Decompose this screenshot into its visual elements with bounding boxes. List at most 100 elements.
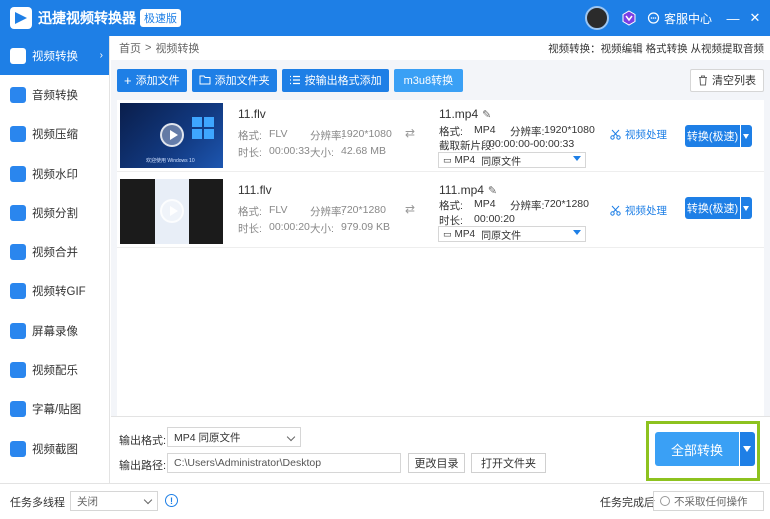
output-format-select[interactable]: MP4 同原文件: [167, 427, 301, 447]
after-complete-select[interactable]: 不采取任何操作: [653, 491, 764, 511]
file-row: 欢迎使用 Windows 10 11.flv 格式: FLV 分辨率: 1920…: [117, 100, 764, 172]
preset-format: MP4: [454, 228, 476, 240]
vip-icon[interactable]: [621, 10, 637, 26]
close-button[interactable]: ✕: [744, 7, 766, 29]
play-icon[interactable]: [160, 199, 184, 223]
convert-fast-button[interactable]: 转换(极速): [685, 197, 740, 219]
gif-icon: [10, 283, 26, 300]
output-resolution-label: 分辨率:: [510, 126, 545, 138]
screenshot-icon: [10, 440, 26, 457]
chevron-right-icon: ›: [99, 50, 103, 62]
breadcrumb-home[interactable]: 首页: [119, 40, 141, 56]
sidebar-item-label: 视频配乐: [32, 365, 78, 378]
folder-icon: [199, 75, 211, 85]
output-format-label: 输出格式:: [119, 435, 167, 447]
minimize-button[interactable]: —: [722, 7, 744, 29]
source-resolution-label: 分辨率:: [310, 130, 345, 142]
status-bar: 任务多线程 关闭 ! 任务完成后 不采取任何操作: [0, 483, 770, 519]
video-process-link[interactable]: 视频处理: [610, 127, 667, 142]
merge-icon: [10, 244, 26, 261]
output-path-label: 输出路径:: [119, 460, 167, 472]
sidebar-item-subtitle[interactable]: 字幕/贴图: [0, 390, 109, 429]
change-directory-button[interactable]: 更改目录: [408, 453, 465, 473]
video-thumbnail[interactable]: 欢迎使用 Windows 10: [120, 103, 223, 168]
edition-badge: 极速版: [140, 9, 181, 27]
monitor-icon: ▭: [443, 154, 452, 165]
source-duration: 00:00:20: [269, 221, 310, 233]
add-by-format-button[interactable]: 按输出格式添加: [281, 68, 389, 92]
shuffle-arrow-icon: ⇄: [405, 202, 416, 216]
add-file-button[interactable]: + 添加文件: [117, 68, 187, 92]
clear-list-button[interactable]: 清空列表: [690, 68, 764, 92]
clip-label: 截取新片段:: [439, 140, 495, 152]
sidebar-item-gif[interactable]: 视频转GIF: [0, 272, 109, 311]
file-row: 111.flv 格式: FLV 分辨率: 720*1280 时长: 00:00:…: [117, 176, 764, 248]
sidebar-item-video-compress[interactable]: 视频压缩: [0, 115, 109, 154]
convert-options-dropdown[interactable]: [741, 125, 752, 147]
source-resolution: 720*1280: [341, 204, 386, 216]
source-format-label: 格式:: [238, 206, 262, 218]
scissors-icon: [610, 205, 621, 216]
preset-quality: 同原文件: [481, 156, 522, 168]
output-format: MP4: [474, 124, 496, 136]
app-title: 迅捷视频转换器: [38, 10, 136, 26]
output-preset-select[interactable]: ▭ MP4 同原文件: [438, 152, 586, 168]
shuffle-arrow-icon: ⇄: [405, 126, 416, 140]
sidebar-item-split[interactable]: 视频分割: [0, 193, 109, 232]
source-format: FLV: [269, 204, 288, 216]
open-folder-button[interactable]: 打开文件夹: [471, 453, 546, 473]
main-panel: 首页 > 视频转换 视频转换：视频编辑 格式转换 从视频提取音频 + 添加文件 添…: [111, 36, 770, 483]
video-thumbnail[interactable]: [120, 179, 223, 244]
sidebar-item-label: 音频转换: [32, 89, 78, 102]
thumbnail-caption: 欢迎使用 Windows 10: [146, 158, 195, 164]
chevron-down-icon: [286, 432, 296, 442]
video-process-label: 视频处理: [625, 205, 667, 217]
avatar[interactable]: [584, 6, 609, 30]
convert-fast-button[interactable]: 转换(极速): [685, 125, 740, 147]
sidebar-item-label: 视频分割: [32, 207, 78, 220]
convert-all-dropdown[interactable]: [740, 432, 755, 466]
sidebar-item-screenshot[interactable]: 视频截图: [0, 429, 109, 468]
sidebar-item-video-convert[interactable]: 视频转换 ›: [0, 36, 109, 76]
convert-all-button[interactable]: 全部转换: [655, 432, 739, 466]
sidebar-item-merge[interactable]: 视频合并: [0, 232, 109, 271]
close-icon: ✕: [749, 10, 761, 25]
breadcrumb-separator: >: [145, 42, 152, 54]
output-preset-select[interactable]: ▭ MP4 同原文件: [438, 226, 586, 242]
sidebar-item-music[interactable]: 视频配乐: [0, 350, 109, 389]
source-format: FLV: [269, 128, 288, 140]
support-center-button[interactable]: 客服中心: [647, 10, 712, 27]
audio-convert-icon: [10, 86, 26, 103]
output-format: MP4: [474, 198, 496, 210]
breadcrumb: 首页 > 视频转换 视频转换：视频编辑 格式转换 从视频提取音频: [111, 36, 770, 60]
windows-logo-icon: [192, 117, 214, 139]
subtitle-icon: [10, 401, 26, 418]
multithread-select[interactable]: 关闭: [70, 491, 158, 511]
add-folder-button[interactable]: 添加文件夹: [191, 68, 277, 92]
trash-icon: [699, 75, 707, 85]
support-label: 客服中心: [663, 11, 712, 26]
sidebar-item-watermark[interactable]: 视频水印: [0, 154, 109, 193]
clear-list-label: 清空列表: [712, 75, 756, 87]
play-icon[interactable]: [160, 123, 184, 147]
pencil-icon[interactable]: ✎: [482, 109, 491, 121]
convert-all-highlight: 全部转换: [646, 421, 760, 481]
sidebar-item-screen-record[interactable]: 屏幕录像: [0, 311, 109, 350]
sidebar-item-audio-convert[interactable]: 音频转换: [0, 75, 109, 114]
sidebar: 视频转换 › 音频转换 视频压缩 视频水印 视频分割 视频合并 视频转GIF 屏幕…: [0, 36, 110, 483]
convert-options-dropdown[interactable]: [741, 197, 752, 219]
video-convert-icon: [10, 47, 26, 64]
pencil-icon[interactable]: ✎: [488, 185, 497, 197]
preset-format: MP4: [454, 154, 476, 166]
output-file-name-wrap: 11.mp4 ✎: [439, 107, 491, 121]
info-icon[interactable]: !: [165, 494, 178, 507]
quick-links[interactable]: 视频转换：视频编辑 格式转换 从视频提取音频: [548, 41, 764, 56]
output-format-value: MP4 同原文件: [174, 431, 241, 444]
output-path-field[interactable]: C:\Users\Administrator\Desktop: [167, 453, 401, 473]
video-process-link[interactable]: 视频处理: [610, 203, 667, 218]
source-resolution-label: 分辨率:: [310, 206, 345, 218]
plus-icon: +: [124, 72, 132, 88]
preset-quality: 同原文件: [481, 230, 522, 242]
source-resolution: 1920*1080: [341, 128, 392, 140]
m3u8-convert-button[interactable]: m3u8转换: [393, 68, 464, 92]
